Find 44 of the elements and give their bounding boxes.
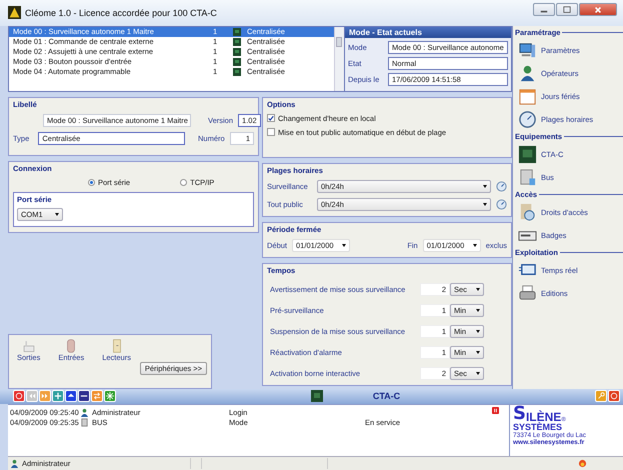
logo-text: YSTÈMES — [519, 423, 562, 432]
logo-text: ILÈNE — [526, 411, 562, 424]
swap-arrows-icon — [93, 392, 101, 400]
key-icon — [597, 392, 605, 400]
computer-icon — [518, 40, 537, 60]
window-title: Cléome 1.0 - Licence accordée pour 100 CTA-C — [25, 8, 217, 18]
user-icon — [80, 408, 89, 417]
device-icon — [80, 418, 89, 427]
checkmark-icon — [268, 114, 274, 122]
asterisk-icon — [106, 392, 114, 400]
toolbar-button[interactable] — [78, 390, 90, 402]
minimize-button[interactable] — [533, 3, 555, 16]
clock-icon[interactable] — [496, 180, 507, 192]
logo-letter: S — [513, 423, 520, 432]
user-icon — [518, 64, 537, 83]
user-icon — [10, 459, 19, 468]
toolbar-button[interactable] — [65, 390, 77, 402]
toolbar-title: CTA-C — [372, 391, 400, 402]
panel-title: Mode - Etat actuels — [345, 26, 511, 38]
flame-icon — [578, 459, 588, 468]
maximize-icon — [563, 6, 571, 14]
app-logo-icon — [8, 6, 21, 20]
door-clock-icon — [518, 202, 537, 222]
device-icon — [518, 168, 537, 187]
key-button[interactable] — [595, 390, 607, 402]
plus-icon — [54, 392, 62, 400]
close-icon — [594, 6, 602, 14]
siren-device-icon — [22, 338, 36, 353]
power-icon — [15, 392, 23, 400]
close-button[interactable] — [579, 3, 617, 16]
calendar-icon — [518, 86, 537, 106]
rewind-icon — [28, 392, 36, 400]
power-icon — [610, 392, 618, 400]
logo-letter: S — [513, 405, 526, 424]
power-button[interactable] — [608, 390, 620, 402]
registered-mark: ® — [561, 417, 566, 424]
clock-icon — [518, 110, 537, 129]
fast-forward-icon — [41, 392, 49, 400]
pause-icon[interactable] — [492, 407, 499, 414]
clock-icon[interactable] — [496, 198, 507, 210]
circuit-board-icon — [310, 390, 323, 402]
circuit-board-icon — [518, 144, 537, 164]
scrollbar[interactable] — [334, 26, 344, 91]
maximize-button[interactable] — [556, 3, 578, 16]
